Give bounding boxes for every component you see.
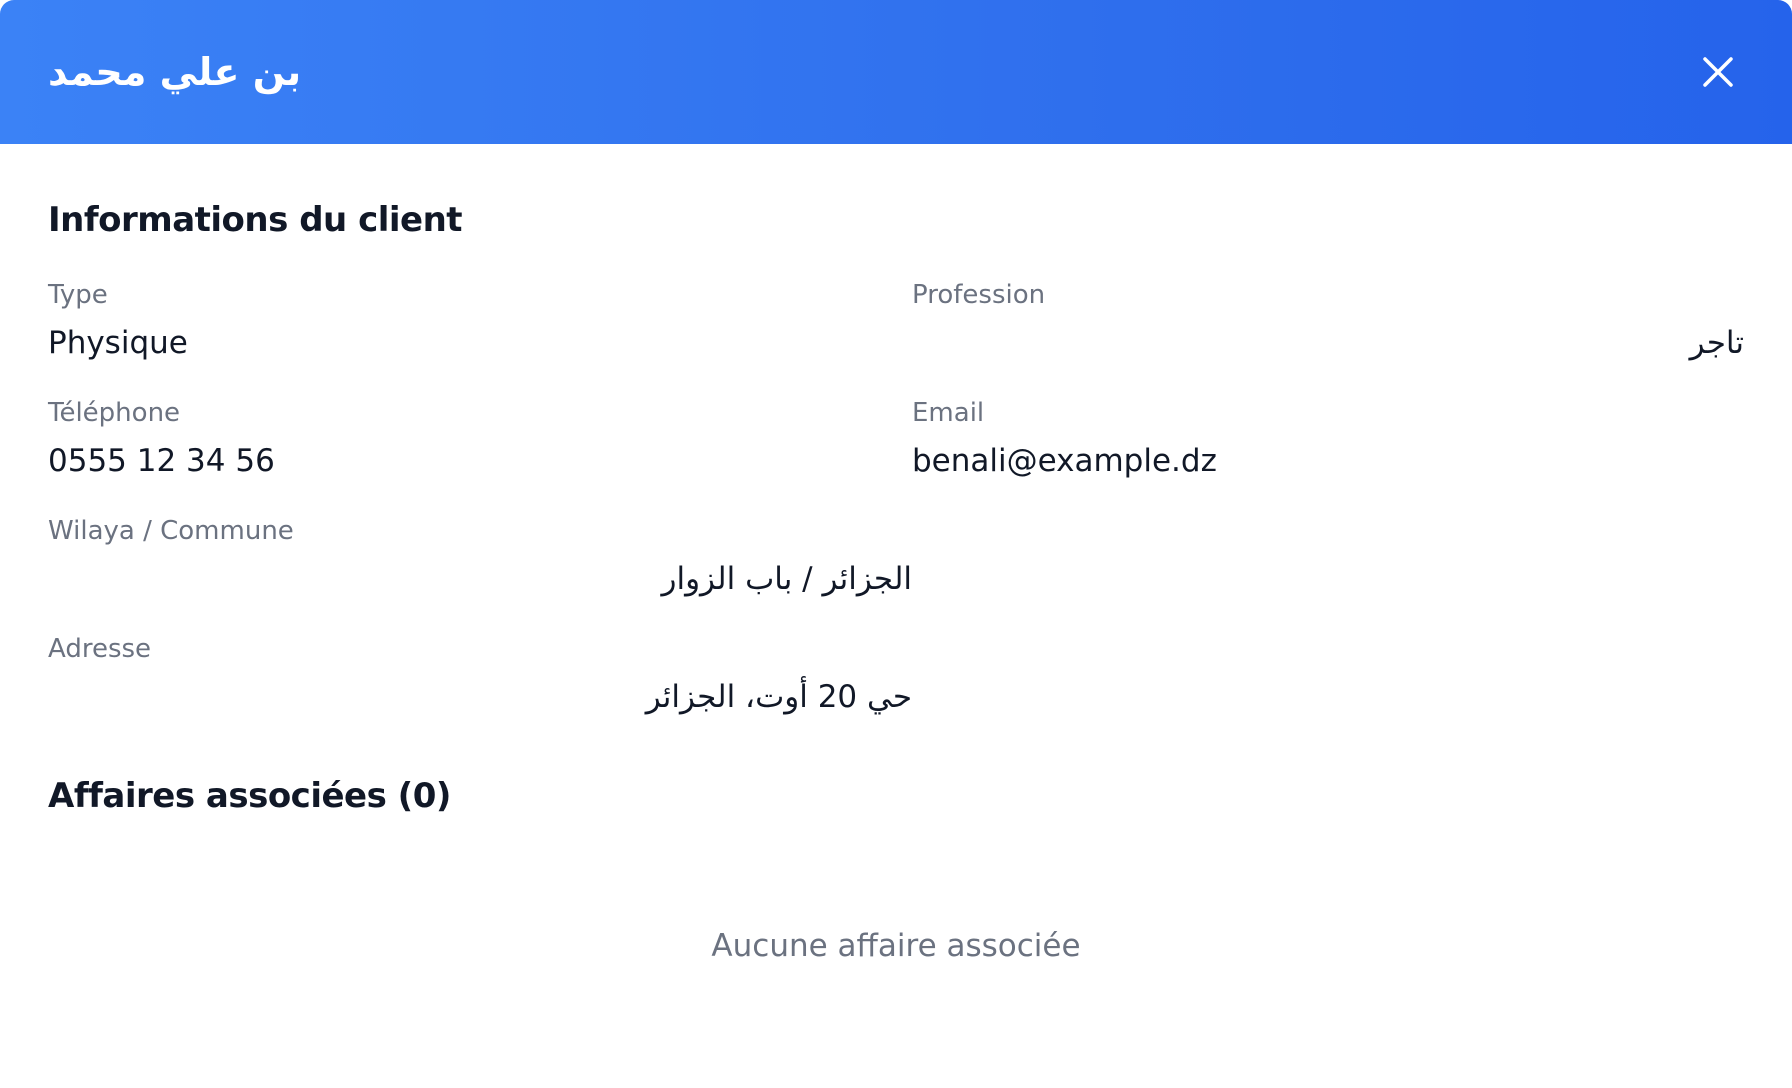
field-label: Téléphone [48,398,181,429]
field-telephone: Téléphone 0555 12 34 56 [48,400,912,478]
close-icon [1703,57,1733,87]
field-value: Physique [48,325,188,361]
field-wilaya-commune: Wilaya / Commune الجزائر / باب الزوار [48,518,912,596]
field-value: تاجر [1689,325,1744,361]
close-button[interactable] [1692,46,1744,98]
field-value: حي 20 أوت، الجزائر [645,679,912,716]
field-adresse: Adresse حي 20 أوت، الجزائر [48,636,912,714]
field-value: benali@example.dz [912,443,1217,480]
field-type: Type Physique [48,282,912,360]
modal-header: بن علي محمد [0,0,1792,144]
affaires-empty-state: Aucune affaire associée [711,928,1081,965]
affaires-title: Affaires associées (0) [48,776,451,817]
field-label: Profession [912,280,1046,310]
client-detail-modal: بن علي محمد Informations du client Type … [0,0,1792,1088]
field-label: Email [912,398,985,429]
field-value: الجزائر / باب الزوار [661,561,913,598]
field-label: Wilaya / Commune [48,516,294,547]
field-label: Adresse [48,634,152,665]
client-info-title: Informations du client [48,200,463,240]
modal-title: بن علي محمد [48,50,302,94]
field-email: Email benali@example.dz [912,400,1744,478]
field-value: 0555 12 34 56 [48,443,275,480]
modal-body: Informations du client Type Physique Pro… [0,144,1792,964]
field-profession: Profession تاجر [912,282,1744,360]
field-label: Type [48,280,108,310]
grid-spacer [912,518,1744,596]
client-info-grid: Type Physique Profession تاجر Téléphone … [48,282,1744,714]
